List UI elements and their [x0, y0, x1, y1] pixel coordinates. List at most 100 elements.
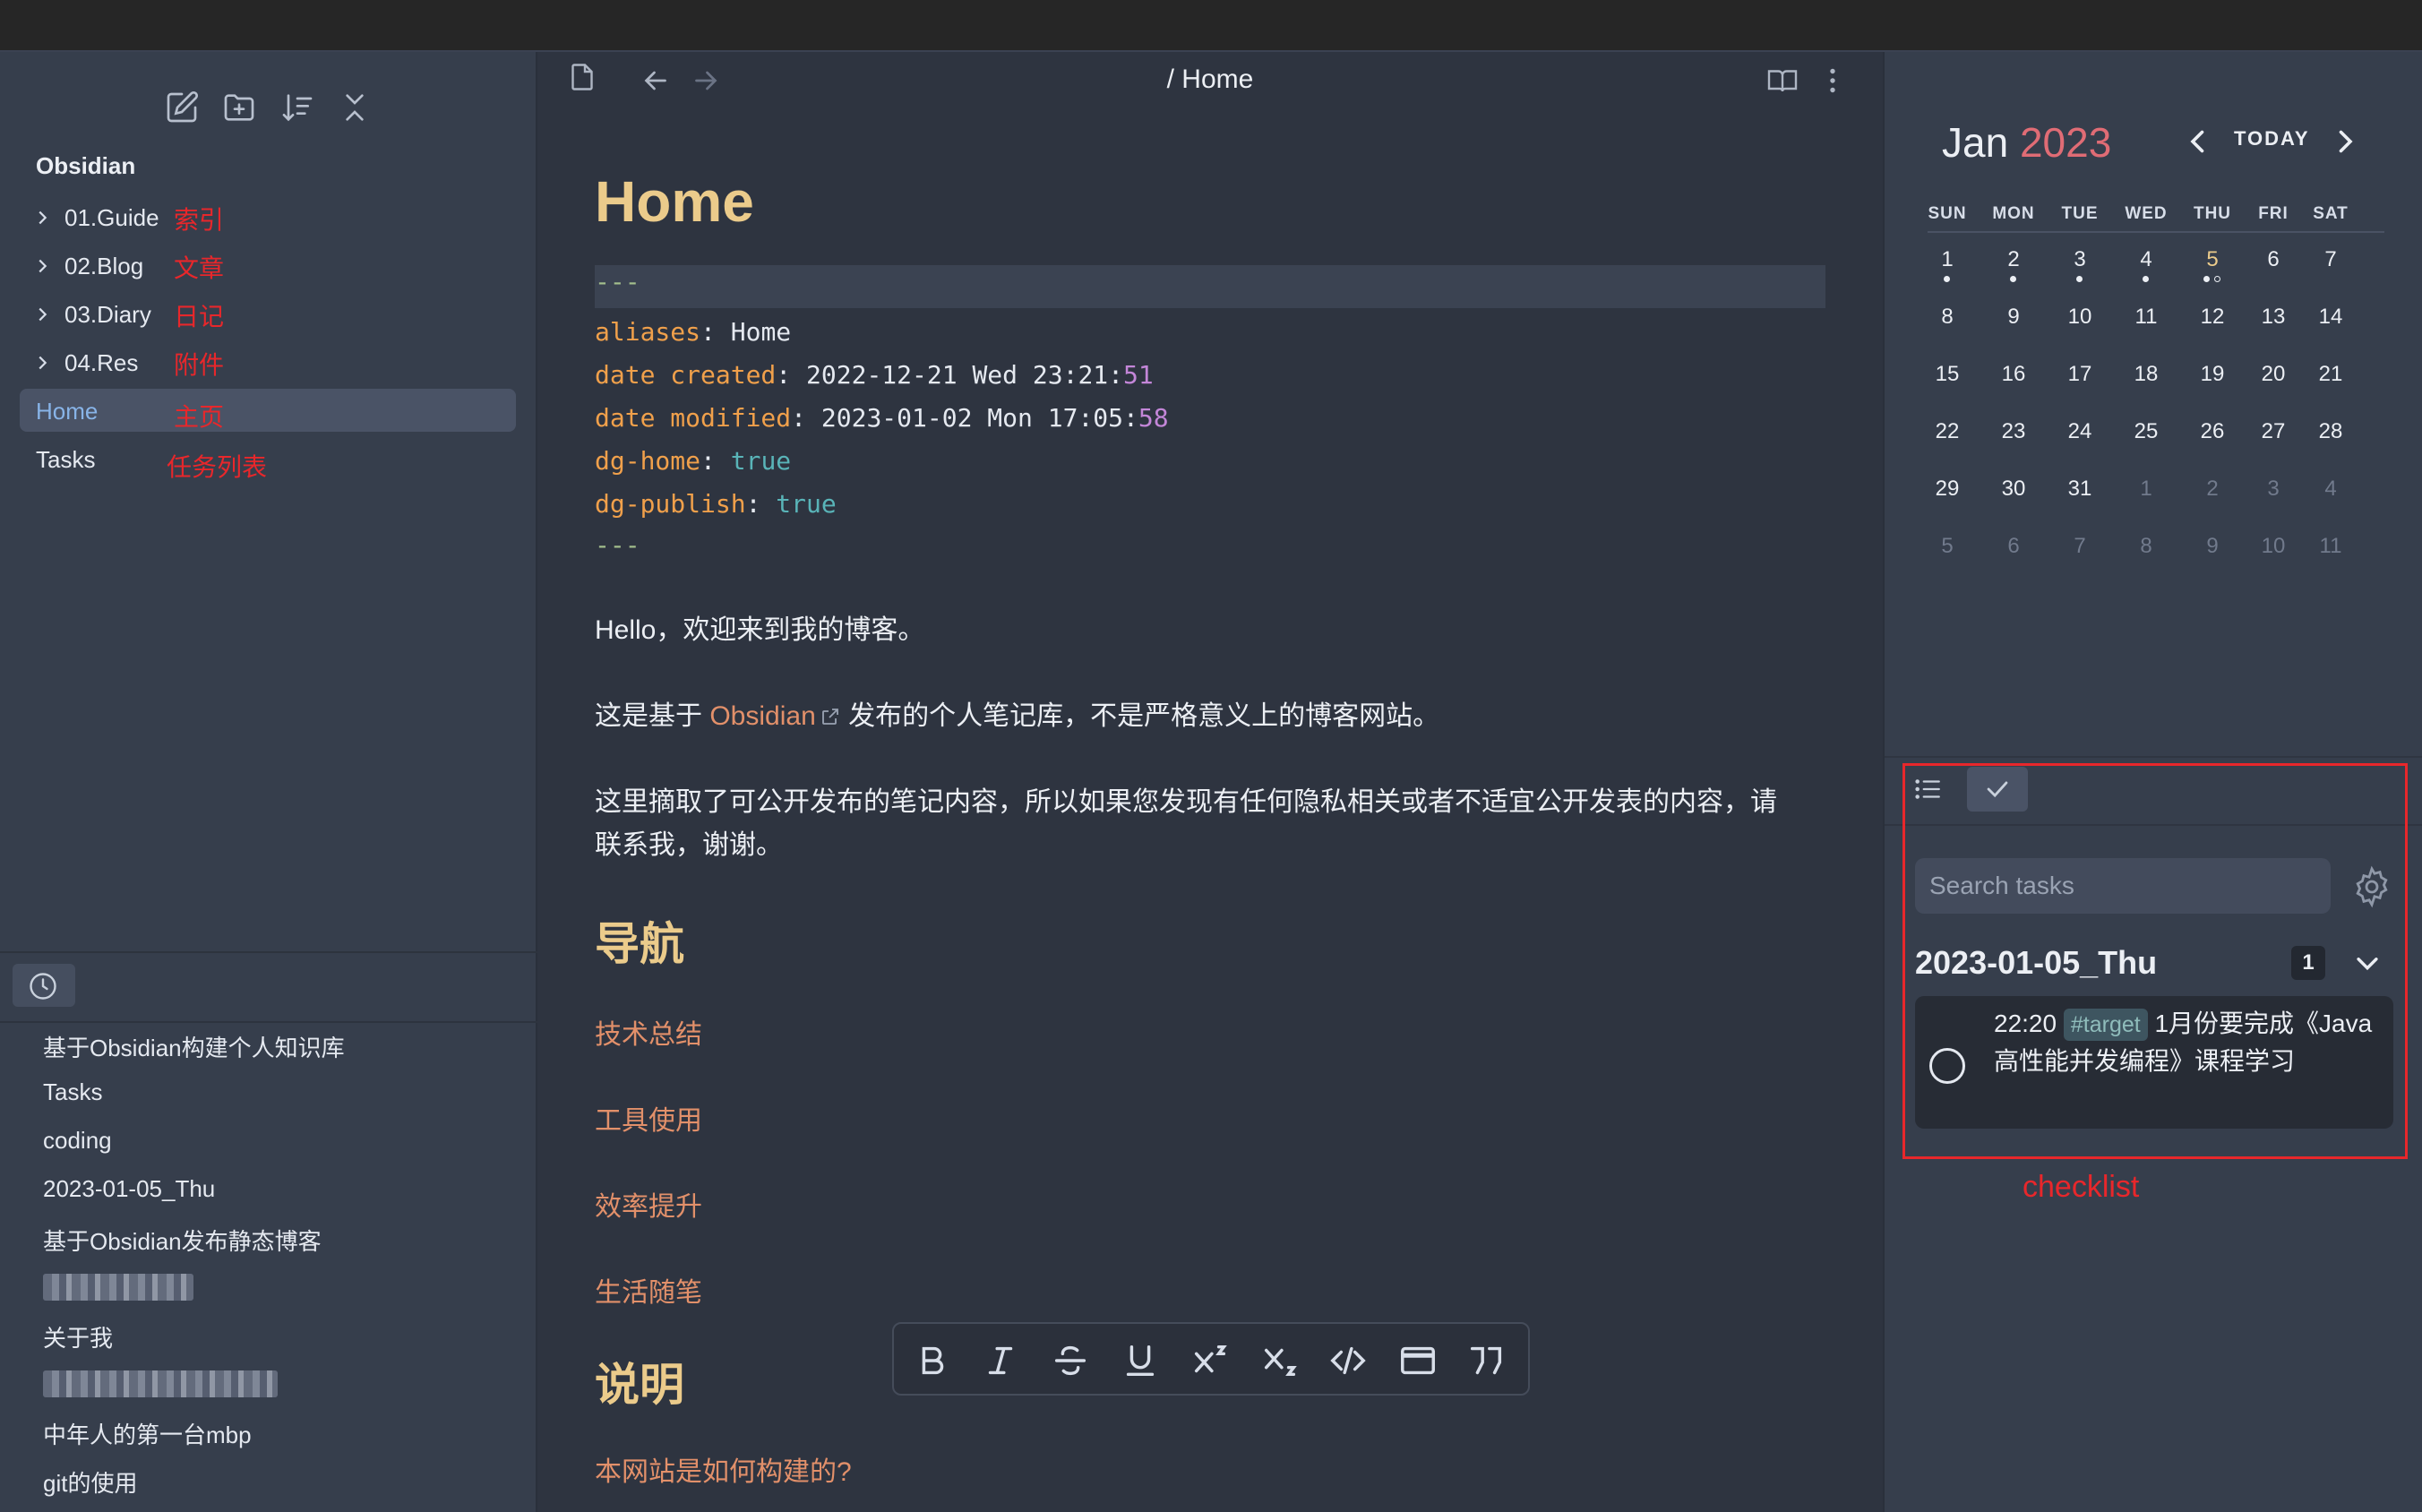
blockquote-icon[interactable] [1465, 1340, 1507, 1381]
superscript-icon[interactable] [1190, 1340, 1231, 1381]
calendar-day[interactable]: 6 [2241, 247, 2306, 272]
subscript-icon[interactable] [1259, 1340, 1301, 1381]
calendar-day[interactable]: 15 [1915, 362, 1980, 387]
link-how-built[interactable]: 本网站是如何构建的? [595, 1449, 852, 1489]
tree-folder-guide[interactable]: 01.Guide [20, 195, 516, 238]
frontmatter-delimiter[interactable]: --- [595, 267, 640, 296]
frontmatter-dg-publish[interactable]: dg-publish: true [595, 489, 837, 519]
collapse-all-icon[interactable] [337, 90, 373, 125]
recent-file-item[interactable]: git的使用 [43, 1465, 137, 1499]
breadcrumb[interactable]: / Home [537, 64, 1883, 95]
calendar-day[interactable]: 11 [2114, 305, 2178, 330]
nav-link-efficiency[interactable]: 效率提升 [595, 1184, 702, 1224]
calendar-day[interactable]: 10 [2048, 305, 2112, 330]
calendar-day[interactable]: 6 [1981, 534, 2046, 559]
calendar-day[interactable]: 27 [2241, 419, 2306, 444]
strikethrough-icon[interactable] [1050, 1340, 1091, 1381]
code-block-icon[interactable] [1397, 1340, 1439, 1381]
calendar-day[interactable]: 30 [1981, 477, 2046, 502]
recent-file-item-redacted[interactable] [43, 1370, 278, 1397]
calendar-day[interactable]: 24 [2048, 419, 2112, 444]
calendar-day[interactable]: 9 [2180, 534, 2245, 559]
calendar-day[interactable]: 4 [2298, 477, 2363, 502]
new-folder-icon[interactable] [221, 90, 257, 125]
more-options-icon[interactable] [1816, 64, 1849, 101]
calendar-day[interactable]: 16 [1981, 362, 2046, 387]
recent-file-item[interactable]: 中年人的第一台mbp [43, 1417, 252, 1450]
recent-file-item[interactable]: 2023-01-05_Thu [43, 1175, 215, 1203]
calendar-day[interactable]: 29 [1915, 477, 1980, 502]
recent-file-item[interactable]: Tasks [43, 1078, 102, 1106]
obsidian-link[interactable]: Obsidian [709, 701, 815, 731]
italic-icon[interactable] [980, 1340, 1021, 1381]
calendar-day[interactable]: 1 [1915, 247, 1980, 272]
calendar-day[interactable]: 1 [2114, 477, 2178, 502]
inline-code-icon[interactable] [1327, 1340, 1369, 1381]
calendar-day[interactable]: 2 [2180, 477, 2245, 502]
frontmatter-dg-home[interactable]: dg-home: true [595, 446, 791, 476]
calendar-day[interactable]: 13 [2241, 305, 2306, 330]
calendar-day[interactable]: 25 [2114, 419, 2178, 444]
calendar-day[interactable]: 4 [2114, 247, 2178, 272]
chevron-left-icon[interactable] [2182, 125, 2214, 162]
paragraph-intro[interactable]: 这是基于 Obsidian 发布的个人笔记库，不是严格意义上的博客网站。 [595, 695, 1795, 738]
frontmatter-date-modified[interactable]: date modified: 2023-01-02 Mon 17:05:58 [595, 403, 1169, 433]
tree-folder-blog[interactable]: 02.Blog [20, 244, 516, 287]
heading-navigation[interactable]: 导航 [595, 908, 684, 973]
calendar-today-button[interactable]: TODAY [2234, 127, 2310, 150]
nav-link-tech[interactable]: 技术总结 [595, 1012, 702, 1052]
paragraph-privacy[interactable]: 这里摘取了可公开发布的笔记内容，所以如果您发现有任何隐私相关或者不适宜公开发表的… [595, 781, 1795, 867]
nav-link-life[interactable]: 生活随笔 [595, 1270, 702, 1310]
calendar-day[interactable]: 19 [2180, 362, 2245, 387]
calendar-day[interactable]: 14 [2298, 305, 2363, 330]
calendar-day[interactable]: 18 [2114, 362, 2178, 387]
calendar-day[interactable]: 31 [2048, 477, 2112, 502]
calendar-day[interactable]: 28 [2298, 419, 2363, 444]
paragraph-greeting[interactable]: Hello，欢迎来到我的博客。 [595, 609, 1795, 652]
frontmatter-delimiter-end[interactable]: --- [595, 530, 640, 560]
recent-file-item-redacted[interactable] [43, 1274, 193, 1301]
calendar-day[interactable]: 22 [1915, 419, 1980, 444]
note-title[interactable]: Home [595, 168, 754, 235]
calendar-day[interactable]: 11 [2298, 534, 2363, 559]
recent-file-item[interactable]: coding [43, 1127, 112, 1155]
chevron-right-icon[interactable] [2329, 125, 2361, 162]
tree-folder-diary[interactable]: 03.Diary [20, 292, 516, 335]
calendar-day[interactable]: 8 [2114, 534, 2178, 559]
fm-key: date created [595, 360, 777, 390]
bold-icon[interactable] [912, 1340, 953, 1381]
tree-folder-res[interactable]: 04.Res [20, 340, 516, 383]
tree-file-home[interactable]: Home [20, 389, 516, 432]
heading-about[interactable]: 说明 [595, 1349, 684, 1413]
frontmatter-aliases[interactable]: aliases: Home [595, 317, 791, 347]
calendar-day[interactable]: 20 [2241, 362, 2306, 387]
calendar-day[interactable]: 17 [2048, 362, 2112, 387]
frontmatter-date-created[interactable]: date created: 2022-12-21 Wed 23:21:51 [595, 360, 1154, 390]
calendar-day[interactable]: 23 [1981, 419, 2046, 444]
calendar-day[interactable]: 21 [2298, 362, 2363, 387]
calendar-day[interactable]: 5 [2180, 247, 2245, 272]
underline-icon[interactable] [1120, 1340, 1161, 1381]
recent-file-item[interactable]: 基于Obsidian构建个人知识库 [43, 1030, 345, 1063]
tree-file-tasks[interactable]: Tasks [20, 437, 516, 480]
calendar-day[interactable]: 10 [2241, 534, 2306, 559]
recent-file-item[interactable]: 关于我 [43, 1320, 113, 1353]
calendar-day[interactable]: 7 [2298, 247, 2363, 272]
calendar-day[interactable]: 26 [2180, 419, 2245, 444]
recent-files-tab[interactable] [13, 964, 75, 1007]
editor-pane: / Home Home --- aliases: Home date creat… [537, 52, 1883, 1512]
calendar-day[interactable]: 7 [2048, 534, 2112, 559]
calendar-day[interactable]: 3 [2048, 247, 2112, 272]
calendar-day[interactable]: 9 [1981, 305, 2046, 330]
vault-name[interactable]: Obsidian [36, 152, 135, 180]
calendar-day[interactable]: 3 [2241, 477, 2306, 502]
sort-icon[interactable] [279, 90, 315, 125]
calendar-day[interactable]: 12 [2180, 305, 2245, 330]
nav-link-tools[interactable]: 工具使用 [595, 1098, 702, 1138]
calendar-day[interactable]: 2 [1981, 247, 2046, 272]
reading-view-icon[interactable] [1766, 64, 1799, 101]
new-note-icon[interactable] [164, 90, 200, 125]
calendar-day[interactable]: 8 [1915, 305, 1980, 330]
recent-file-item[interactable]: 基于Obsidian发布静态博客 [43, 1224, 322, 1257]
calendar-day[interactable]: 5 [1915, 534, 1980, 559]
